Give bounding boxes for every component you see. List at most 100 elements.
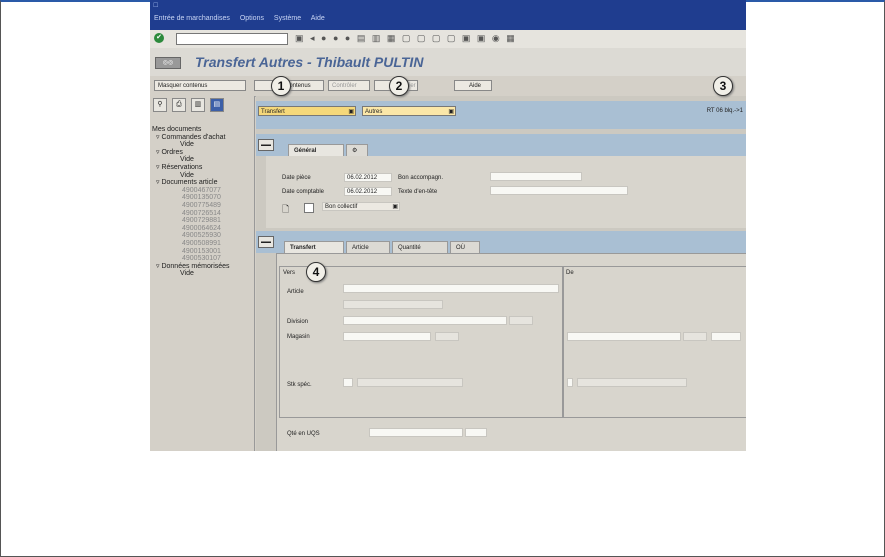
tree-node-orders[interactable]: ▿ Ordres xyxy=(152,149,230,157)
callout-1: 1 xyxy=(271,76,291,96)
posting-date-field[interactable]: 06.02.2012 xyxy=(344,187,392,196)
movement-type: RT 06 blq.->1 xyxy=(706,108,743,114)
posting-date-label: Date comptable xyxy=(282,189,325,195)
sap-window: ☐ Entrée de marchandises Options Système… xyxy=(150,0,746,451)
store-desc-field xyxy=(435,332,459,341)
to-store-extra-field[interactable] xyxy=(711,332,741,341)
special-stock-label: Stk spéc. xyxy=(287,382,312,388)
doc-date-label: Date pièce xyxy=(282,175,311,181)
qty-unit-field[interactable] xyxy=(465,428,487,437)
sap-logo-icon: ☐ xyxy=(153,3,159,9)
save-icon[interactable]: ▤ xyxy=(209,98,224,112)
application-toolbar: Masquer contenus Contenus Contrôler Publ… xyxy=(150,76,746,97)
transfer-panel: Vers De Article Division Magasin Stk spé… xyxy=(276,253,746,451)
tree-doc[interactable]: 4900153001 xyxy=(152,248,230,256)
toolbar-icons[interactable]: ▣ ◂ ● ● ● ▤ ▥ ▦ ▢ ▢ ▢ ▢ ▣ ▣ ◉ ▦ xyxy=(295,33,517,44)
tree-doc[interactable]: 4900064624 xyxy=(152,225,230,233)
page-title: Transfert Autres - Thibault PULTIN xyxy=(195,54,424,70)
transaction-select[interactable]: Transfert ▣ xyxy=(258,106,356,116)
collective-slip-select[interactable]: Bon collectif ▣ xyxy=(322,202,400,211)
tab-partner[interactable]: ⚙ xyxy=(346,144,368,156)
tab-transfer[interactable]: Transfert xyxy=(284,241,344,253)
tree-doc[interactable]: 4900135070 xyxy=(152,194,230,202)
tree-doc[interactable]: 4900467077 xyxy=(152,187,230,195)
enter-icon[interactable]: ✔ xyxy=(154,33,164,43)
collapse-item-icon[interactable]: ▬▬ xyxy=(258,236,274,248)
tab-where[interactable]: OÙ xyxy=(450,241,480,253)
general-panel: Date pièce 06.02.2012 Bon accompagn. Dat… xyxy=(266,156,746,228)
collective-slip-checkbox[interactable] xyxy=(304,203,314,213)
hide-overview-button[interactable]: Masquer contenus xyxy=(154,80,246,91)
qty-label: Qté en UQS xyxy=(287,431,320,437)
division-desc-field xyxy=(509,316,533,325)
to-store-field[interactable] xyxy=(567,332,681,341)
article-field[interactable] xyxy=(343,284,559,293)
delivery-note-label: Bon accompagn. xyxy=(398,175,444,181)
tree-leaf[interactable]: Vide xyxy=(152,141,230,149)
article-label: Article xyxy=(287,289,304,295)
check-button[interactable]: Contrôler xyxy=(328,80,370,91)
tree-doc[interactable]: 4900530107 xyxy=(152,255,230,263)
document-tree: Mes documents ▿ Commandes d'achat Vide ▿… xyxy=(152,126,230,278)
article-desc-field xyxy=(343,300,443,309)
command-field[interactable] xyxy=(176,33,288,45)
tree-node-purchase-orders[interactable]: ▿ Commandes d'achat xyxy=(152,134,230,142)
tree-doc[interactable]: 4900729881 xyxy=(152,217,230,225)
callout-3: 3 xyxy=(713,76,733,96)
menu-system[interactable]: Système xyxy=(274,15,301,22)
tree-node-reservations[interactable]: ▿ Réservations xyxy=(152,164,230,172)
callout-2: 2 xyxy=(389,76,409,96)
title-bar: ◎◎ Transfert Autres - Thibault PULTIN xyxy=(150,48,746,77)
dropdown-icon: ▣ xyxy=(392,204,398,210)
tree-leaf[interactable]: Vide xyxy=(152,156,230,164)
tab-article[interactable]: Article xyxy=(346,241,390,253)
transaction-header: Transfert ▣ Autres ▣ RT 06 blq.->1 xyxy=(256,101,746,129)
document-icon: 🗋 xyxy=(282,204,290,214)
menu-options[interactable]: Options xyxy=(240,15,264,22)
delivery-note-field[interactable] xyxy=(490,172,582,181)
movement-select[interactable]: Autres ▣ xyxy=(362,106,456,116)
division-field[interactable] xyxy=(343,316,507,325)
to-label: Vers xyxy=(283,270,296,276)
special-stock-desc xyxy=(357,378,463,387)
tab-quantity[interactable]: Quantité xyxy=(392,241,448,253)
from-box xyxy=(562,266,746,418)
special-stock-field[interactable] xyxy=(343,378,353,387)
main-area: Transfert ▣ Autres ▣ RT 06 blq.->1 ▬▬ Géné… xyxy=(256,96,746,451)
callout-4: 4 xyxy=(306,262,326,282)
print-icon[interactable]: ⎙ xyxy=(171,98,186,112)
header-text-field[interactable] xyxy=(490,186,628,195)
tree-doc[interactable]: 4900726514 xyxy=(152,210,230,218)
header-text-label: Texte d'en-tête xyxy=(398,189,438,195)
division-label: Division xyxy=(287,319,309,325)
collapse-header-icon[interactable]: ▬▬ xyxy=(258,139,274,151)
standard-toolbar: ✔ ▣ ◂ ● ● ● ▤ ▥ ▦ ▢ ▢ ▢ ▢ ▣ ▣ ◉ ▦ xyxy=(150,30,746,49)
menu-help[interactable]: Aide xyxy=(311,15,325,22)
help-button[interactable]: Aide xyxy=(454,80,492,91)
store-field[interactable] xyxy=(343,332,431,341)
tree-title: Mes documents xyxy=(152,126,202,133)
tree-doc[interactable]: 4900525930 xyxy=(152,232,230,240)
tree-leaf[interactable]: Vide xyxy=(152,172,230,180)
document-overview: ⚲ ⎙ ▥ ▤ Mes documents ▿ Commandes d'acha… xyxy=(150,96,255,451)
dropdown-icon: ▣ xyxy=(448,109,454,115)
filter-icon[interactable]: ⚲ xyxy=(153,98,167,112)
to-special-stock-field[interactable] xyxy=(567,378,573,387)
doc-date-field[interactable]: 06.02.2012 xyxy=(344,173,392,182)
menu-goods-receipt[interactable]: Entrée de marchandises xyxy=(154,15,230,22)
tree-leaf[interactable]: Vide xyxy=(152,270,230,278)
qty-field[interactable] xyxy=(369,428,463,437)
item-tabs-strip: ▬▬ Transfert Article Quantité OÙ xyxy=(256,231,746,253)
tree-node-held-data[interactable]: ▿ Données mémorisées xyxy=(152,263,230,271)
layout-icon[interactable]: ▥ xyxy=(190,98,205,112)
tab-general[interactable]: Général xyxy=(288,144,344,156)
menu-bar: ☐ Entrée de marchandises Options Système… xyxy=(150,0,746,30)
glasses-icon[interactable]: ◎◎ xyxy=(155,57,181,69)
to-store-desc-field xyxy=(683,332,707,341)
tree-doc[interactable]: 4900775489 xyxy=(152,202,230,210)
tree-node-material-docs[interactable]: ▿ Documents article xyxy=(152,179,230,187)
tree-doc[interactable]: 4900508991 xyxy=(152,240,230,248)
to-special-stock-desc xyxy=(577,378,687,387)
from-label: De xyxy=(566,270,574,276)
store-label: Magasin xyxy=(287,334,310,340)
